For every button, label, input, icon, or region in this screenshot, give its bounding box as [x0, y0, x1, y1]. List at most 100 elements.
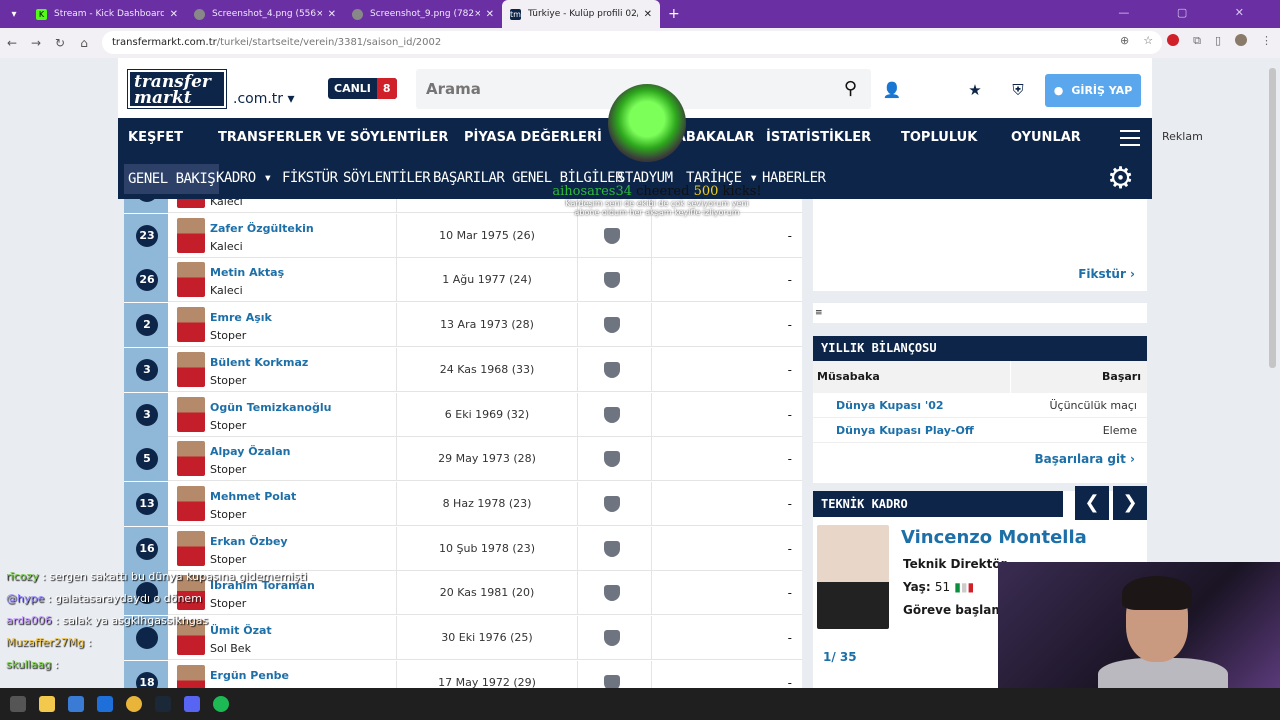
collapsed-widget[interactable]: ≡: [813, 303, 1147, 323]
outlook-icon[interactable]: [97, 696, 113, 712]
folder-icon[interactable]: [39, 696, 55, 712]
nav-transferler[interactable]: TRANSFERLER VE SÖYLENTİLER: [218, 130, 448, 145]
chat-message: @hype : galatasaraydaydı o dönem: [0, 588, 320, 610]
login-button[interactable]: ● GİRİŞ YAP: [1045, 74, 1141, 107]
club-crest-icon[interactable]: [604, 406, 620, 423]
close-icon[interactable]: ✕: [170, 9, 178, 20]
menu-icon[interactable]: ⋮: [1261, 34, 1272, 48]
settings-gear-icon[interactable]: ⚙: [1107, 161, 1134, 196]
prev-arrow-icon[interactable]: ❮: [1075, 486, 1109, 520]
coach-photo: [817, 525, 889, 629]
hamburger-menu-icon[interactable]: [1120, 130, 1140, 146]
explorer-icon[interactable]: [10, 696, 26, 712]
nav-oyunlar[interactable]: OYUNLAR: [1011, 130, 1081, 145]
bookmark-icon[interactable]: ★: [961, 76, 989, 104]
zoom-icon[interactable]: ⊕: [1120, 34, 1129, 48]
browser-tab[interactable]: K Stream - Kick Dashboard ✕: [28, 0, 186, 28]
browser-tab[interactable]: Screenshot_9.png (782×439) ✕: [344, 0, 502, 28]
tab-haberler[interactable]: HABERLER: [762, 170, 826, 186]
discord-icon[interactable]: [184, 696, 200, 712]
live-button[interactable]: CANLI 8: [328, 78, 397, 99]
club-crest-icon[interactable]: [604, 585, 620, 602]
shirt-number-cell: 2: [124, 303, 168, 348]
club-crest-icon[interactable]: [604, 317, 620, 334]
avatar[interactable]: [1235, 34, 1247, 46]
chat-text: galatasaraydaydı o dönem: [54, 592, 202, 605]
transfermarkt-logo[interactable]: transfer markt: [127, 69, 227, 109]
shield-icon[interactable]: ⛨: [1004, 76, 1032, 104]
chat-sep: :: [51, 614, 63, 627]
window-controls[interactable]: — ▢ ✕: [1118, 6, 1266, 19]
sidebar-icon[interactable]: ▯: [1215, 34, 1221, 48]
star-icon[interactable]: ☆: [1143, 34, 1153, 48]
search-icon[interactable]: ⚲: [844, 78, 857, 99]
player-position: Stoper: [210, 552, 247, 566]
player-name-link[interactable]: Alpay Özalan: [210, 445, 290, 458]
nav-piyasa[interactable]: PİYASA DEĞERLERİ: [464, 130, 602, 145]
close-icon[interactable]: ✕: [644, 9, 652, 20]
search-input[interactable]: [426, 80, 806, 98]
fixture-link[interactable]: Fikstür ›: [1078, 267, 1135, 281]
url-field[interactable]: transfermarkt.com.tr/turkei/startseite/v…: [102, 31, 1162, 54]
next-arrow-icon[interactable]: ❯: [1113, 486, 1147, 520]
coach-name[interactable]: Vincenzo Montella: [901, 527, 1087, 548]
player-birthdate: 10 Şub 1978 (23): [396, 526, 578, 571]
chat-message: Muzaffer27Mg :: [0, 632, 320, 654]
shirt-number-cell: 26: [124, 258, 168, 303]
nav-istatistikler[interactable]: İSTATİSTİKLER: [766, 130, 871, 145]
club-crest-icon[interactable]: [604, 227, 620, 244]
player-name-link[interactable]: Erkan Özbey: [210, 535, 288, 548]
tab-soylentiler[interactable]: SÖYLENTİLER: [343, 170, 431, 186]
achievements-link[interactable]: Başarılara git ›: [1035, 452, 1135, 466]
club-crest-icon[interactable]: [604, 540, 620, 557]
chat-user[interactable]: skullaag: [6, 658, 51, 671]
domain-selector[interactable]: .com.tr ▾: [233, 91, 295, 107]
live-label: CANLI: [334, 82, 371, 95]
nav-topluluk[interactable]: TOPLULUK: [901, 130, 977, 145]
chat-user[interactable]: arda006: [6, 614, 52, 627]
player-name-link[interactable]: Bülent Korkmaz: [210, 356, 308, 369]
browser-tab-active[interactable]: tm Türkiye - Kulüp profili 02/03 | Tr ✕: [502, 0, 660, 28]
tab-fikstur[interactable]: FİKSTÜR: [282, 170, 338, 186]
tab-basarilar[interactable]: BAŞARILAR: [433, 170, 505, 186]
close-icon[interactable]: ✕: [486, 9, 494, 20]
back-icon[interactable]: ←: [0, 36, 24, 50]
player-name-link[interactable]: Metin Aktaş: [210, 266, 284, 279]
nav-kesfet[interactable]: KEŞFET: [128, 130, 183, 145]
club-crest-icon[interactable]: [604, 272, 620, 289]
shirt-number: 23: [136, 224, 158, 247]
player-name-link[interactable]: Ogün Temizkanoğlu: [210, 401, 331, 414]
extension-icon[interactable]: [1167, 34, 1180, 46]
chat-user[interactable]: rīcozy: [6, 570, 39, 583]
chat-user[interactable]: @hype: [6, 592, 44, 605]
new-tab-icon[interactable]: +: [668, 6, 680, 22]
store-icon[interactable]: [68, 696, 84, 712]
competition-link[interactable]: Dünya Kupası Play-Off: [836, 418, 974, 443]
spotify-icon[interactable]: [213, 696, 229, 712]
forward-icon[interactable]: →: [24, 36, 48, 50]
club-crest-icon[interactable]: [604, 495, 620, 512]
player-name-link[interactable]: Zafer Özgültekin: [210, 222, 314, 235]
page-scrollbar[interactable]: [1269, 68, 1276, 368]
browser-tab[interactable]: Screenshot_4.png (556×312) ✕: [186, 0, 344, 28]
chrome-icon[interactable]: [126, 696, 142, 712]
club-crest-icon[interactable]: [604, 630, 620, 646]
home-icon[interactable]: ⌂: [72, 36, 96, 50]
club-crest-icon[interactable]: [604, 451, 620, 468]
tab-genel-bakis[interactable]: GENEL BAKIŞ: [124, 164, 220, 194]
player-name-link[interactable]: Mehmet Polat: [210, 490, 296, 503]
user-search-icon[interactable]: 👤: [878, 76, 906, 104]
club-crest-icon[interactable]: [604, 361, 620, 378]
player-name-link[interactable]: Emre Aşık: [210, 311, 272, 324]
chat-user[interactable]: Muzaffer27Mg: [6, 636, 84, 649]
player-birthdate: 13 Ara 1973 (28): [396, 303, 578, 348]
competition-link[interactable]: Dünya Kupası '02: [836, 393, 944, 418]
club-crest-icon[interactable]: [604, 674, 620, 688]
steam-icon[interactable]: [155, 696, 171, 712]
chat-text: sergen sakattı bu dünya kupasına gidemem…: [49, 570, 307, 583]
reload-icon[interactable]: ↻: [48, 36, 72, 50]
close-icon[interactable]: ✕: [328, 9, 336, 20]
extensions-icon[interactable]: ⧉: [1193, 34, 1201, 48]
tab-search-icon[interactable]: ▾: [0, 0, 28, 28]
tab-kadro[interactable]: KADRO ▾: [216, 170, 272, 186]
